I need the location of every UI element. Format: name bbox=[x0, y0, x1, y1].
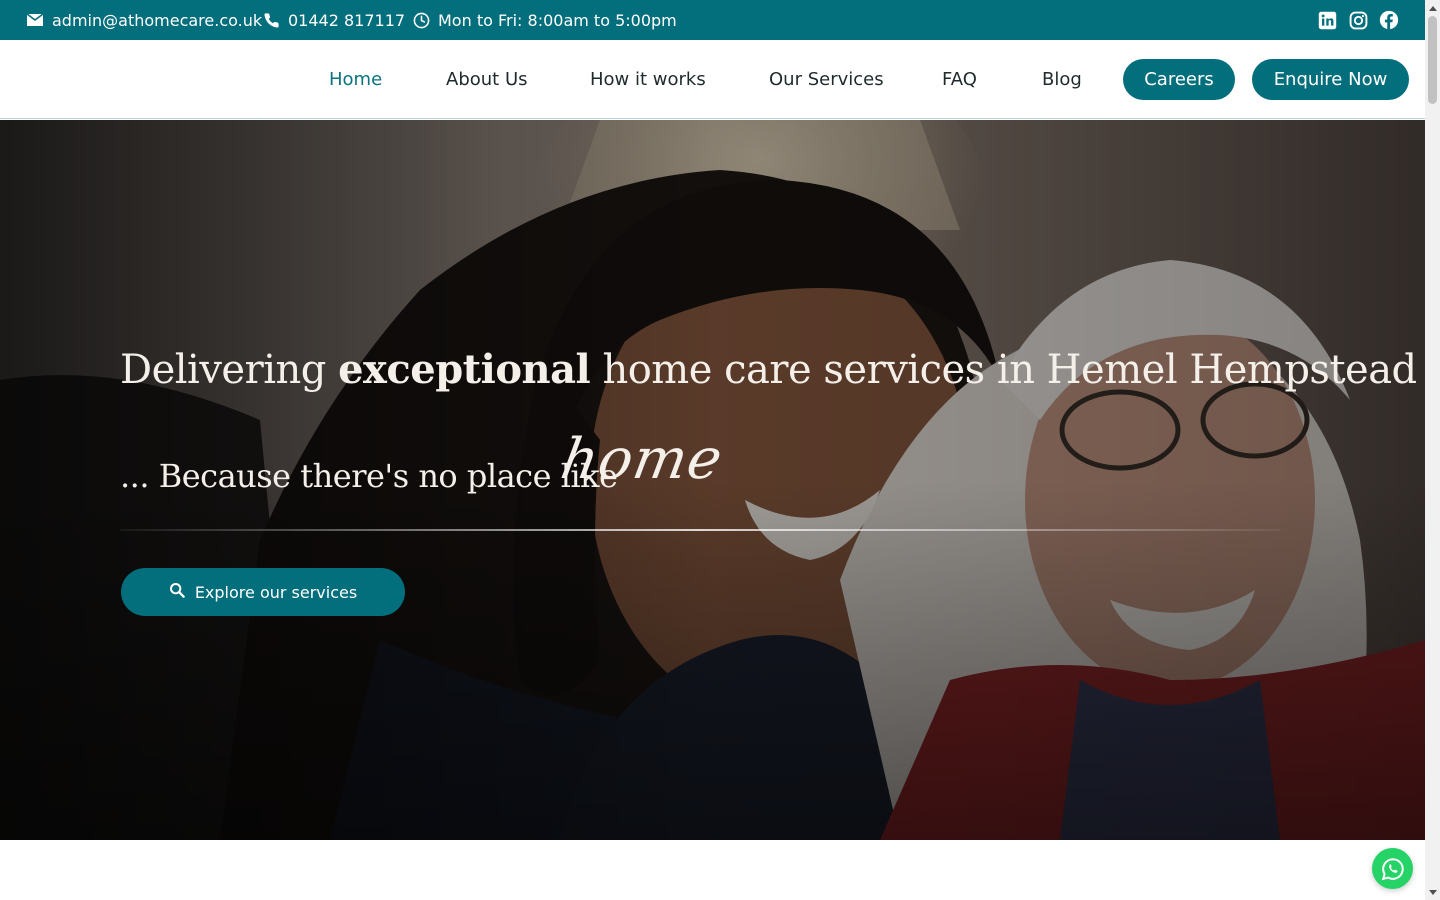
explore-services-label: Explore our services bbox=[194, 582, 358, 602]
nav-home[interactable]: Home bbox=[329, 40, 382, 119]
whatsapp-icon[interactable] bbox=[1372, 848, 1413, 889]
scroll-up-arrow-icon[interactable] bbox=[1425, 0, 1440, 15]
facebook-icon[interactable] bbox=[1378, 9, 1400, 31]
scrollbar-thumb[interactable] bbox=[1428, 16, 1437, 104]
opening-hours: Mon to Fri: 8:00am to 5:00pm bbox=[413, 0, 677, 40]
nav-our-services[interactable]: Our Services bbox=[769, 40, 884, 119]
page-scrollbar[interactable] bbox=[1425, 0, 1440, 900]
email-text[interactable]: admin@athomecare.co.uk bbox=[52, 11, 262, 30]
enquire-now-button[interactable]: Enquire Now bbox=[1252, 59, 1409, 100]
nav-about-us[interactable]: About Us bbox=[446, 40, 528, 119]
phone-icon bbox=[263, 12, 280, 29]
scroll-down-arrow-icon[interactable] bbox=[1425, 885, 1440, 900]
nav-how-it-works[interactable]: How it works bbox=[590, 40, 706, 119]
hero-subheading: ... Because there's no place like bbox=[120, 457, 618, 495]
linkedin-icon[interactable] bbox=[1316, 9, 1338, 31]
email-contact[interactable]: admin@athomecare.co.uk bbox=[26, 0, 262, 40]
search-icon bbox=[169, 582, 185, 602]
hero-heading: Delivering exceptional home care service… bbox=[120, 346, 1417, 393]
hero-divider bbox=[120, 529, 1280, 531]
hero-heading-emphasis: exceptional bbox=[338, 346, 591, 393]
instagram-icon[interactable] bbox=[1347, 9, 1369, 31]
main-navigation: Home About Us How it works Our Services … bbox=[0, 40, 1425, 119]
hours-text: Mon to Fri: 8:00am to 5:00pm bbox=[438, 10, 677, 30]
explore-services-button[interactable]: Explore our services bbox=[121, 568, 405, 616]
phone-contact[interactable]: 01442 817117 bbox=[263, 0, 405, 40]
clock-icon bbox=[413, 12, 430, 29]
hero-heading-part-1: Delivering bbox=[120, 347, 326, 393]
nav-blog[interactable]: Blog bbox=[1042, 40, 1082, 119]
top-contact-bar: admin@athomecare.co.uk 01442 817117 Mon … bbox=[0, 0, 1425, 40]
envelope-icon bbox=[26, 13, 44, 27]
careers-button[interactable]: Careers bbox=[1123, 59, 1235, 100]
hero-script-word: home bbox=[556, 427, 728, 492]
hero-banner: Delivering exceptional home care service… bbox=[0, 120, 1425, 840]
nav-faq[interactable]: FAQ bbox=[942, 40, 977, 119]
phone-text[interactable]: 01442 817117 bbox=[288, 11, 405, 30]
hero-heading-part-2: home care services in Hemel Hempstead bbox=[602, 347, 1417, 393]
